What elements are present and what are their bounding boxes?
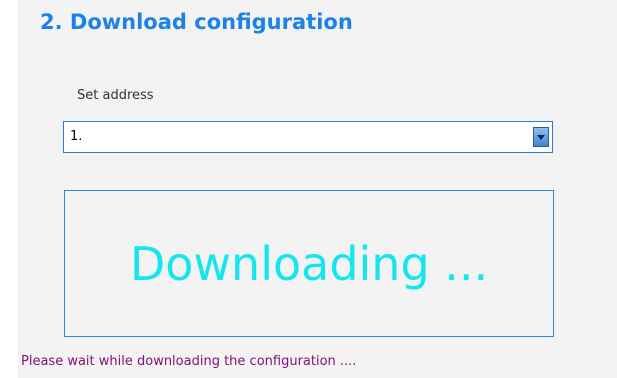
set-address-label: Set address xyxy=(77,88,154,103)
address-dropdown-value: 1. xyxy=(70,129,83,144)
page-title: 2. Download configuration xyxy=(40,10,353,34)
dropdown-arrow-button[interactable] xyxy=(533,127,549,147)
chevron-down-icon xyxy=(537,134,545,140)
status-message: Please wait while downloading the config… xyxy=(21,354,357,369)
downloading-message: Downloading ... xyxy=(129,236,489,291)
address-dropdown[interactable]: 1. xyxy=(63,121,553,153)
download-progress-box: Downloading ... xyxy=(64,190,554,337)
